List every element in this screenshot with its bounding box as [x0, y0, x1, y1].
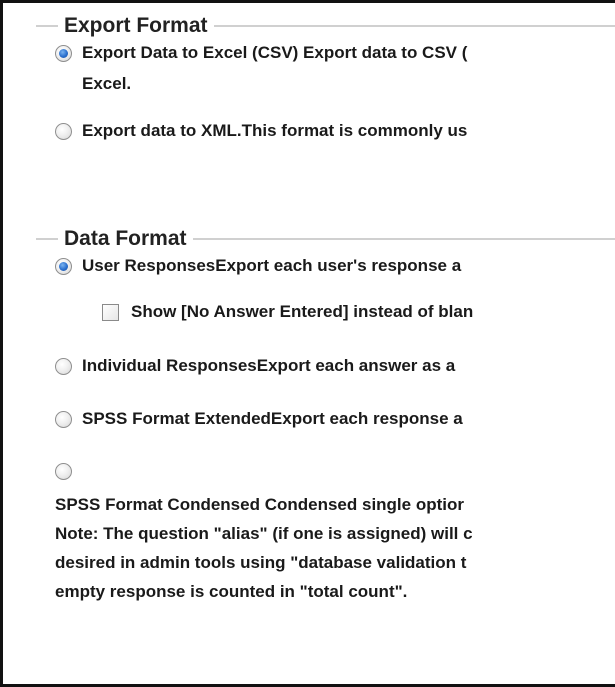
show-no-answer-label[interactable]: Show [No Answer Entered] instead of blan — [131, 302, 473, 322]
legend-divider — [192, 238, 615, 240]
spss-condensed-label[interactable]: SPSS Format Condensed Condensed single o… — [55, 495, 464, 515]
legend-divider — [213, 25, 615, 27]
data-format-header: Data Format — [36, 227, 615, 251]
spss-condensed-note: Note: The question "alias" (if one is as… — [55, 524, 473, 543]
legend-divider — [36, 238, 58, 240]
spss-condensed-note: desired in admin tools using "database v… — [55, 553, 467, 572]
user-responses-radio[interactable] — [55, 258, 72, 275]
user-responses-label[interactable]: User ResponsesExport each user's respons… — [82, 256, 461, 276]
spss-extended-radio[interactable] — [55, 411, 72, 428]
export-xml-radio[interactable] — [55, 123, 72, 140]
spss-condensed-note: empty response is counted in "total coun… — [55, 582, 408, 601]
spss-extended-label[interactable]: SPSS Format ExtendedExport each response… — [82, 409, 463, 429]
export-options-panel: Export Format Export Data to Excel (CSV)… — [0, 0, 615, 687]
individual-responses-label[interactable]: Individual ResponsesExport each answer a… — [82, 356, 455, 376]
data-format-title: Data Format — [64, 227, 187, 250]
show-no-answer-checkbox[interactable] — [102, 304, 119, 321]
export-format-title: Export Format — [64, 14, 208, 37]
legend-divider — [36, 25, 58, 27]
export-xml-label[interactable]: Export data to XML.This format is common… — [82, 121, 467, 141]
export-csv-label-continued[interactable]: Excel. — [82, 74, 131, 94]
individual-responses-radio[interactable] — [55, 358, 72, 375]
export-csv-label[interactable]: Export Data to Excel (CSV) Export data t… — [82, 43, 467, 63]
spss-condensed-radio[interactable] — [55, 463, 72, 480]
export-format-header: Export Format — [36, 14, 615, 38]
export-csv-radio[interactable] — [55, 45, 72, 62]
